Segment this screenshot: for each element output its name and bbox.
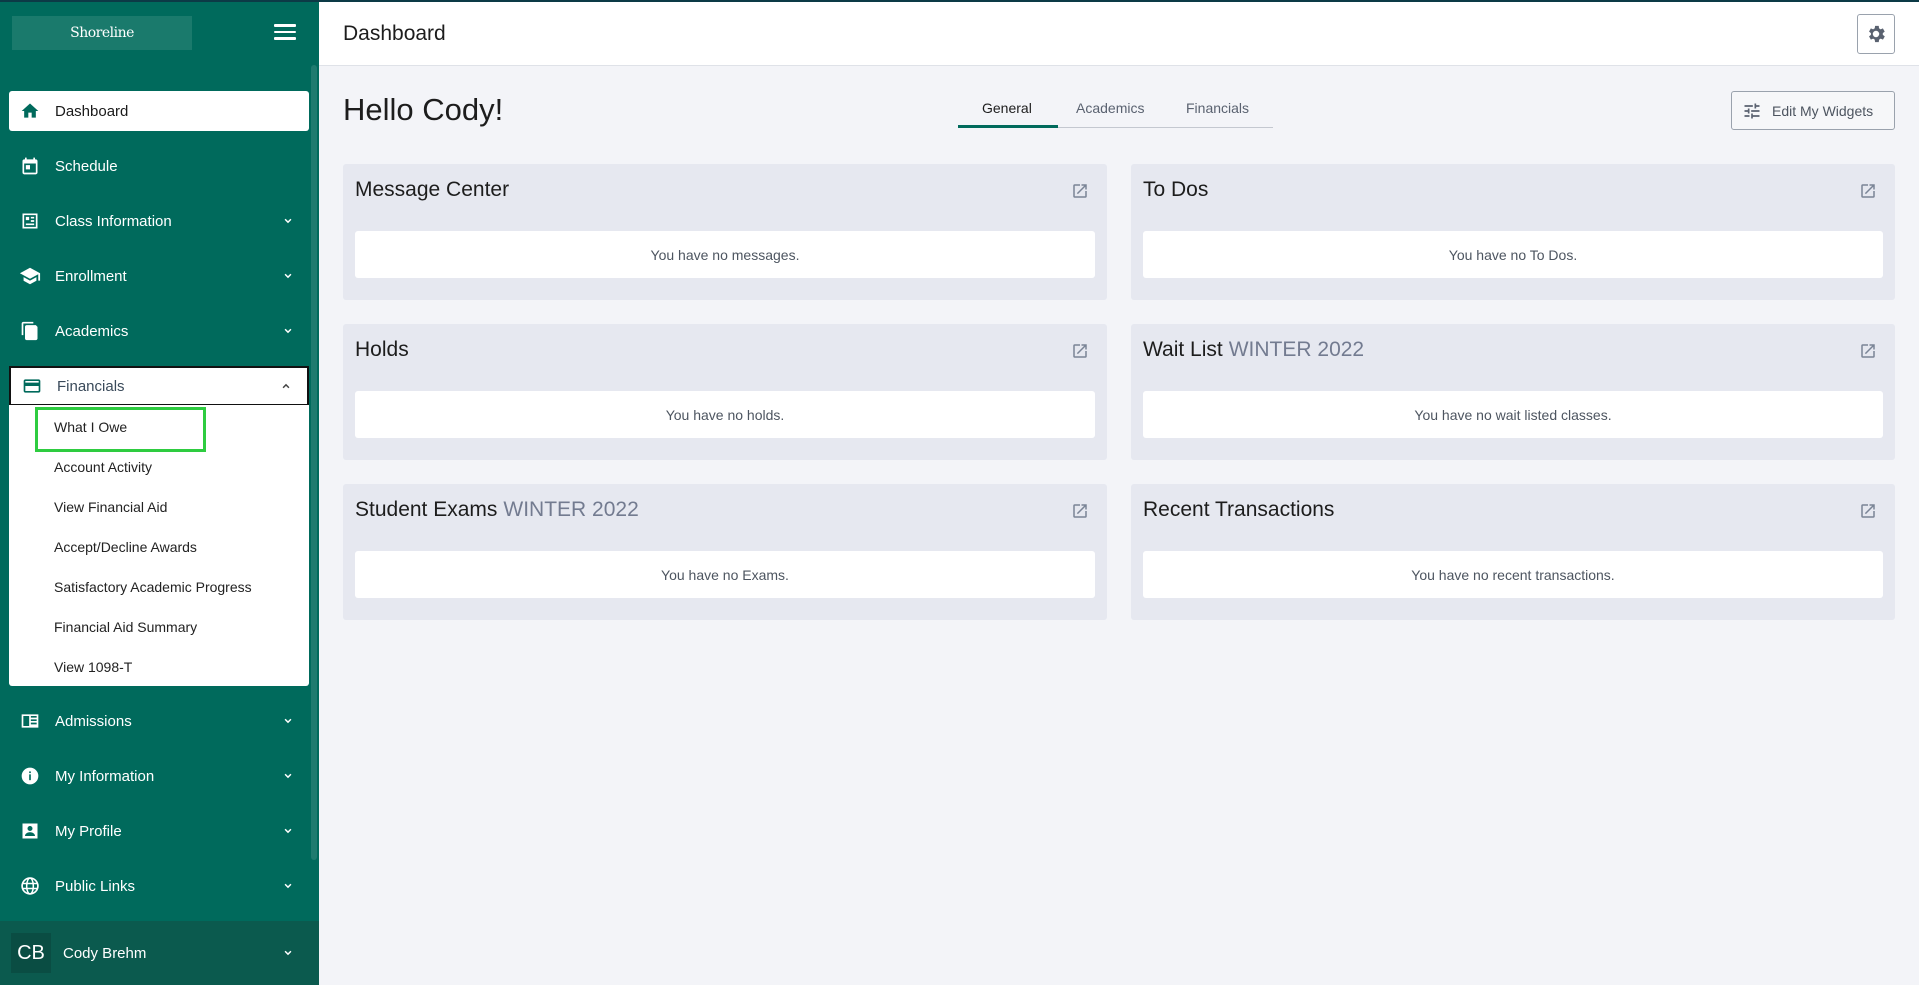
class-info-icon (19, 210, 41, 232)
tab-general[interactable]: General (982, 100, 1032, 116)
chevron-down-icon (284, 883, 292, 889)
dashboard-tabs: General Academics Financials (958, 92, 1273, 128)
widget-term: WINTER 2022 (1228, 338, 1365, 361)
widget-term: WINTER 2022 (503, 498, 639, 521)
widget-title: Recent Transactions (1143, 498, 1335, 521)
widget-title: To Dos (1143, 178, 1209, 201)
greeting: Hello Cody! (343, 92, 504, 127)
sidebar-item-dashboard[interactable]: Dashboard (9, 91, 309, 131)
user-menu[interactable]: CB Cody Brehm (0, 921, 319, 985)
sidebar-item-label: Class Information (55, 212, 172, 230)
sidebar-item-financials[interactable]: Financials (9, 366, 309, 406)
submenu-item-accept-decline-awards[interactable]: Accept/Decline Awards (54, 539, 197, 555)
active-tab-indicator (958, 125, 1058, 128)
edit-my-widgets-button[interactable]: Edit My Widgets (1731, 91, 1895, 130)
open-external-icon[interactable] (1859, 502, 1877, 520)
widget-title: Holds (355, 338, 409, 361)
chevron-down-icon (284, 328, 292, 334)
open-external-icon[interactable] (1071, 502, 1089, 520)
credit-card-icon (21, 375, 43, 397)
widget-wait-list: Wait List WINTER 2022 You have no wait li… (1131, 324, 1895, 460)
submenu-item-account-activity[interactable]: Account Activity (54, 459, 152, 475)
sidebar-item-my-profile[interactable]: My Profile (9, 811, 309, 851)
chevron-down-icon (284, 218, 292, 224)
sidebar-scrollbar[interactable] (311, 65, 317, 860)
college-logo[interactable]: Shoreline (12, 16, 192, 50)
sidebar: Shoreline Dashboard Schedule Class Infor… (0, 0, 319, 985)
home-icon (19, 100, 41, 122)
top-header: Dashboard (319, 2, 1919, 66)
open-external-icon[interactable] (1859, 342, 1877, 360)
widget-body: You have no To Dos. (1143, 231, 1883, 278)
sidebar-item-label: Public Links (55, 877, 136, 895)
tab-academics[interactable]: Academics (1076, 100, 1144, 116)
widget-body: You have no Exams. (355, 551, 1095, 598)
sidebar-item-class-information[interactable]: Class Information (9, 201, 309, 241)
edit-widgets-label: Edit My Widgets (1772, 102, 1874, 119)
submenu-item-satisfactory-academic-progress[interactable]: Satisfactory Academic Progress (54, 579, 252, 595)
open-external-icon[interactable] (1859, 182, 1877, 200)
widget-body: You have no wait listed classes. (1143, 391, 1883, 438)
sidebar-item-my-information[interactable]: My Information (9, 756, 309, 796)
widget-title: Message Center (355, 178, 510, 201)
sidebar-item-admissions[interactable]: Admissions (9, 701, 309, 741)
sidebar-item-label: Admissions (55, 712, 132, 730)
sidebar-item-label: Schedule (55, 157, 118, 175)
chevron-down-icon (284, 828, 292, 834)
widget-holds: Holds You have no holds. (343, 324, 1107, 460)
widget-title: Wait List (1143, 338, 1223, 361)
chevron-up-icon (282, 383, 290, 389)
tune-icon (1744, 103, 1760, 118)
sidebar-item-enrollment[interactable]: Enrollment (9, 256, 309, 296)
sidebar-item-label: My Profile (55, 822, 122, 840)
info-icon (19, 765, 41, 787)
widget-body: You have no messages. (355, 231, 1095, 278)
chevron-down-icon (284, 273, 292, 279)
widget-to-dos: To Dos You have no To Dos. (1131, 164, 1895, 300)
widget-body: You have no recent transactions. (1143, 551, 1883, 598)
widget-body: You have no holds. (355, 391, 1095, 438)
submenu-item-view-1098-t[interactable]: View 1098-T (54, 659, 132, 675)
sidebar-item-schedule[interactable]: Schedule (9, 146, 309, 186)
sidebar-item-public-links[interactable]: Public Links (9, 866, 309, 906)
globe-icon (19, 875, 41, 897)
documents-icon (19, 320, 41, 342)
page-title: Dashboard (343, 22, 446, 45)
open-external-icon[interactable] (1071, 342, 1089, 360)
sidebar-item-label: Academics (55, 322, 129, 340)
sidebar-item-label: Enrollment (55, 267, 127, 285)
avatar: CB (11, 933, 51, 973)
tab-financials[interactable]: Financials (1186, 100, 1249, 116)
user-name: Cody Brehm (63, 944, 147, 962)
hamburger-menu-icon[interactable] (274, 24, 296, 42)
open-external-icon[interactable] (1071, 182, 1089, 200)
chevron-down-icon (284, 773, 292, 779)
widget-message-center: Message Center You have no messages. (343, 164, 1107, 300)
chevron-down-icon (284, 718, 292, 724)
submenu-item-financial-aid-summary[interactable]: Financial Aid Summary (54, 619, 197, 635)
profile-icon (19, 820, 41, 842)
sidebar-item-academics[interactable]: Academics (9, 311, 309, 351)
sidebar-item-label: Financials (57, 377, 125, 395)
widget-student-exams: Student Exams WINTER 2022 You have no Exa… (343, 484, 1107, 620)
graduation-cap-icon (19, 265, 41, 287)
admissions-icon (19, 710, 41, 732)
submenu-item-view-financial-aid[interactable]: View Financial Aid (54, 499, 167, 515)
sidebar-item-label: My Information (55, 767, 155, 785)
selection-highlight (35, 407, 206, 452)
chevron-down-icon (284, 950, 292, 956)
widget-title: Student Exams (355, 498, 498, 521)
sidebar-item-label: Dashboard (55, 102, 129, 120)
widget-recent-transactions: Recent Transactions You have no recent t… (1131, 484, 1895, 620)
settings-button[interactable] (1857, 14, 1895, 54)
gear-icon (1869, 25, 1885, 43)
logo-name: Shoreline (70, 25, 134, 41)
calendar-icon (19, 155, 41, 177)
